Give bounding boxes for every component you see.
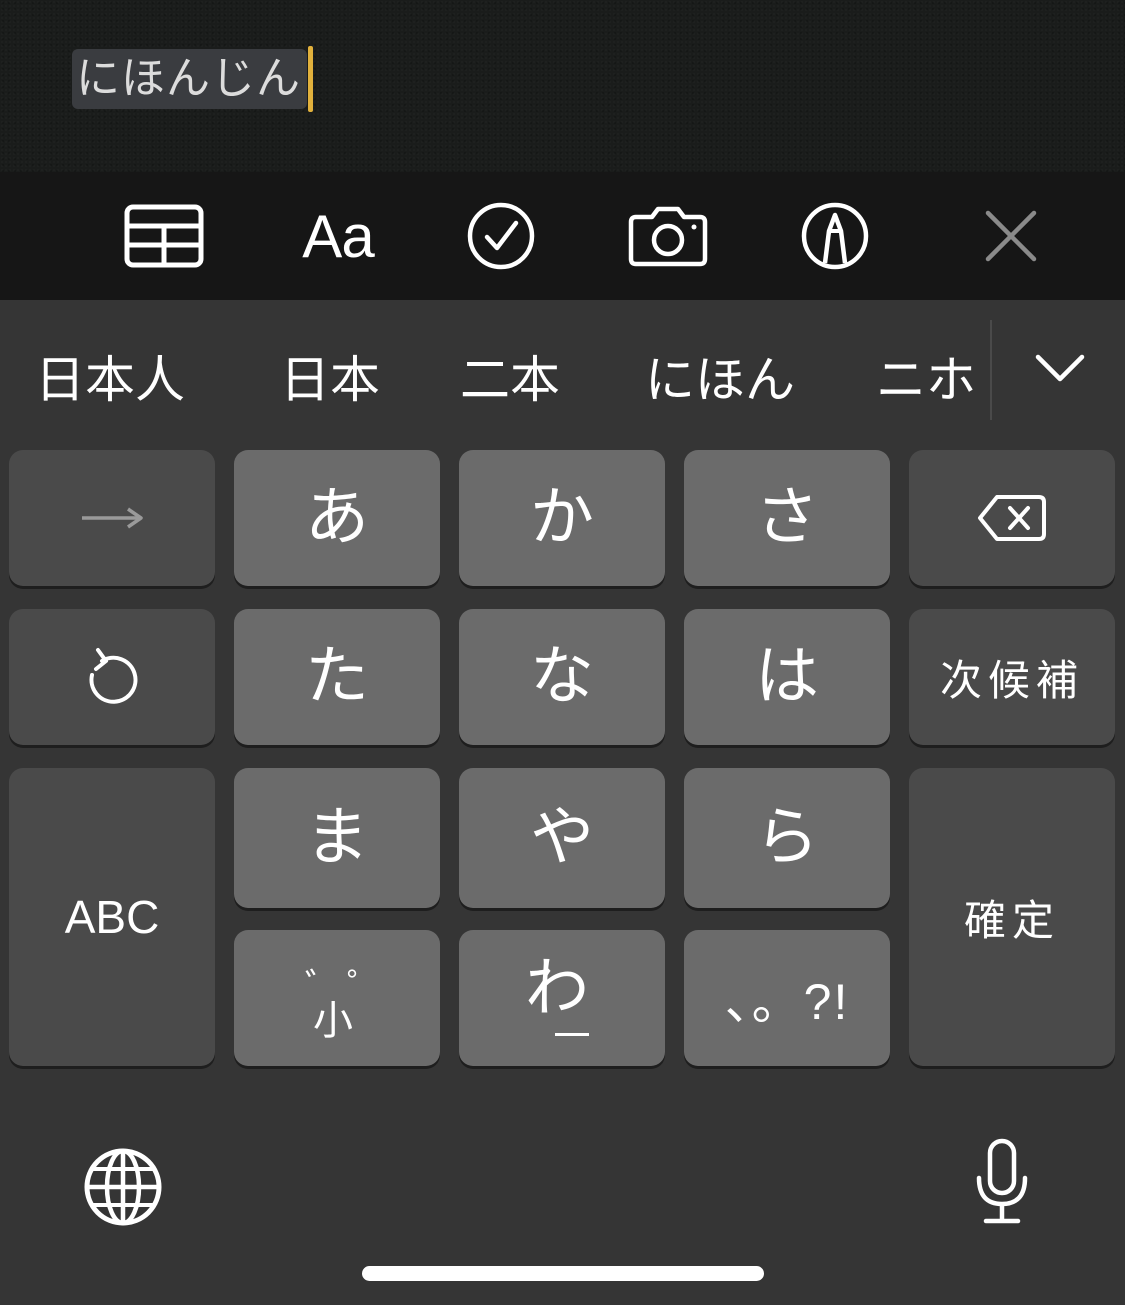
text-format-label: Aa [302,202,374,270]
delete-backspace-icon [978,495,1046,541]
marked-composition-text[interactable]: にほんじん [72,49,307,109]
small-mark: 小 [313,998,353,1044]
key-label: 次候補 [939,655,1084,705]
key-ta[interactable]: た [234,609,440,745]
punctuation-key[interactable]: 、。?! [684,930,890,1066]
note-editor[interactable]: にほんじん [0,0,1125,172]
candidate-item[interactable]: 日本人 [35,300,185,460]
next-char-key[interactable] [9,450,215,586]
close-toolbar-button[interactable] [966,196,1056,276]
key-wa[interactable]: わ [459,930,665,1066]
checklist-icon [467,202,535,270]
wa-underscore [555,1033,589,1036]
key-label: ま [305,801,369,875]
dakuten-small-key[interactable]: ゛゜ 小 [234,930,440,1066]
undo-key[interactable] [9,609,215,745]
dictation-button[interactable] [966,1136,1038,1228]
key-label: か [530,481,594,555]
delete-key[interactable] [909,450,1115,586]
table-icon [124,204,204,268]
text-format-button[interactable]: Aa [293,196,383,276]
confirm-key[interactable]: 確定 [909,768,1115,1066]
camera-button[interactable] [623,196,713,276]
next-candidate-key[interactable]: 次候補 [909,609,1115,745]
key-label: 、。?! [724,974,850,1030]
notes-screen: にほんじん Aa 日本人 日本 二本 にほん ニホ あ か さ た な は 次候… [0,0,1125,1305]
candidate-item[interactable]: 日本 [280,300,380,460]
markup-pen-icon [801,202,869,270]
table-button[interactable] [119,196,209,276]
key-sa[interactable]: さ [684,450,890,586]
key-ha[interactable]: は [684,609,890,745]
candidate-item[interactable]: 二本 [460,300,560,460]
candidate-bar: 日本人 日本 二本 にほん ニホ [0,300,1125,440]
key-a[interactable]: あ [234,450,440,586]
text-caret [308,46,313,112]
key-label: ABC [64,891,160,943]
key-ka[interactable]: か [459,450,665,586]
candidate-divider [990,320,992,420]
microphone-icon [976,1138,1028,1224]
checklist-button[interactable] [456,196,546,276]
key-label: ら [755,801,819,875]
wa-label: わ [517,953,607,1043]
undo-arrow-icon [89,648,138,704]
key-label: な [530,640,594,714]
key-label: は [755,640,819,714]
candidate-item[interactable]: ニホ [876,300,976,460]
abc-key[interactable]: ABC [9,768,215,1066]
key-ya[interactable]: や [459,768,665,908]
key-label: あ [305,481,369,555]
close-icon [985,210,1037,262]
candidate-expand-button[interactable] [1022,330,1098,406]
arrow-right-icon [82,507,143,529]
key-label: さ [755,481,819,555]
key-label: 確定 [963,895,1060,945]
globe-icon [84,1148,162,1226]
chevron-down-icon [1035,354,1085,382]
home-indicator[interactable] [362,1266,764,1281]
key-ma[interactable]: ま [234,768,440,908]
key-label: や [530,801,594,875]
markup-button[interactable] [790,196,880,276]
key-label: わ [525,952,589,1026]
globe-button[interactable] [80,1144,166,1230]
dakuten-label: ゛゜ 小 [297,958,383,1044]
key-label: た [305,640,369,714]
format-toolbar: Aa [0,172,1125,300]
candidate-item[interactable]: にほん [645,300,795,460]
camera-icon [628,206,708,267]
key-na[interactable]: な [459,609,665,745]
key-ra[interactable]: ら [684,768,890,908]
